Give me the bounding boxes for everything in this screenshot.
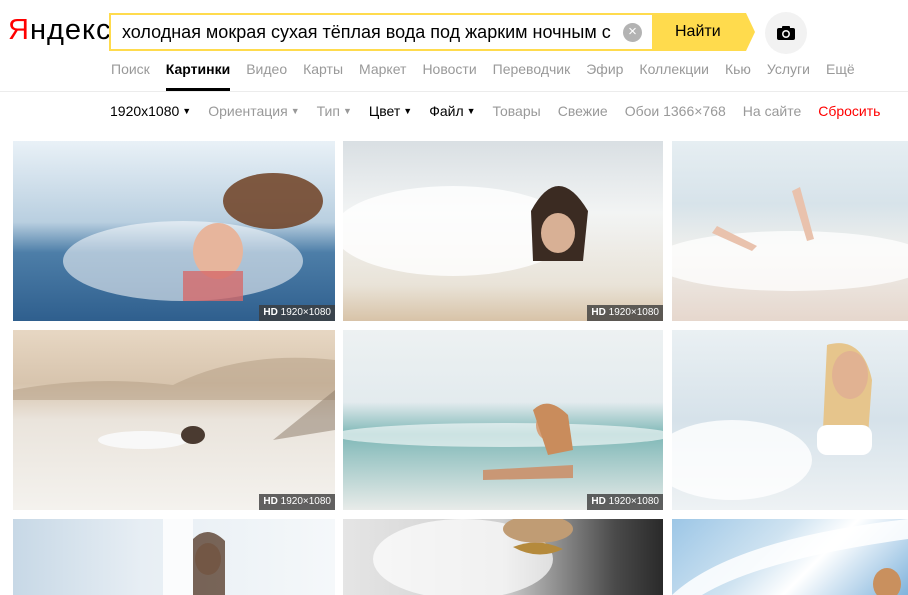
legs-in-waves-picture <box>672 187 908 291</box>
smoke-lips-picture <box>373 519 573 595</box>
color-filter[interactable]: Цвет ▼ <box>369 103 412 119</box>
resolution-badge: HD 1920×1080 <box>587 305 663 321</box>
woman-in-surf-picture <box>343 186 588 276</box>
filter-bar: 1920x1080 ▼ Ориентация ▼ Тип ▼ Цвет ▼ Файл ▼ … <box>110 103 897 119</box>
tab-maps[interactable]: Карты <box>303 61 343 91</box>
search-button[interactable]: Найти <box>654 13 755 51</box>
type-filter[interactable]: Тип ▼ <box>317 103 352 119</box>
tab-video[interactable]: Видео <box>246 61 287 91</box>
tab-services[interactable]: Услуги <box>767 61 810 91</box>
woman-blue-fabric-picture <box>672 519 908 595</box>
camera-icon <box>777 26 795 40</box>
resolution-badge: HD 1920×1080 <box>259 305 335 321</box>
woman-lying-in-sea-picture <box>343 403 663 480</box>
resolution-badge: HD 1920×1080 <box>259 494 335 510</box>
resolution-badge: HD 1920×1080 <box>587 494 663 510</box>
tab-search[interactable]: Поиск <box>111 61 150 91</box>
tab-market[interactable]: Маркет <box>359 61 406 91</box>
tab-news[interactable]: Новости <box>422 61 476 91</box>
tab-more[interactable]: Ещё <box>826 61 855 91</box>
result-image[interactable] <box>672 330 908 510</box>
tab-translate[interactable]: Переводчик <box>493 61 571 91</box>
chevron-down-icon: ▼ <box>466 106 476 116</box>
header: Яндекс × Найти Поиск Картинки Видео Карт… <box>0 0 908 92</box>
wallpapers-filter[interactable]: Обои 1366×768 <box>625 103 726 119</box>
result-image[interactable]: HD 1920×1080 <box>13 330 335 510</box>
chevron-down-icon: ▼ <box>342 106 352 116</box>
result-image[interactable] <box>672 519 908 595</box>
size-filter[interactable]: 1920x1080 ▼ <box>110 103 191 119</box>
result-image[interactable]: HD 1920×1080 <box>343 141 663 321</box>
result-image[interactable] <box>672 141 908 321</box>
chevron-down-icon: ▼ <box>403 106 413 116</box>
camera-search-button[interactable] <box>765 12 807 54</box>
file-filter[interactable]: Файл ▼ <box>429 103 475 119</box>
yandex-logo[interactable]: Яндекс <box>8 14 112 47</box>
chevron-down-icon: ▼ <box>290 106 300 116</box>
water-splash-picture <box>63 173 323 301</box>
search-input[interactable] <box>111 15 611 49</box>
search-bar: × Найти <box>109 13 755 51</box>
service-tabs: Поиск Картинки Видео Карты Маркет Новост… <box>111 61 871 91</box>
woman-on-sand-picture <box>13 357 335 449</box>
result-image[interactable] <box>343 519 663 595</box>
result-image[interactable]: HD 1920×1080 <box>343 330 663 510</box>
woman-waterfall-picture <box>163 519 225 595</box>
search-box: × <box>109 13 654 51</box>
tab-images[interactable]: Картинки <box>165 61 231 91</box>
tab-q[interactable]: Кью <box>725 61 751 91</box>
result-image[interactable] <box>13 519 335 595</box>
orientation-filter[interactable]: Ориентация ▼ <box>208 103 299 119</box>
result-image[interactable]: HD 1920×1080 <box>13 141 335 321</box>
chevron-down-icon: ▼ <box>182 106 192 116</box>
tab-collections[interactable]: Коллекции <box>639 61 709 91</box>
image-results-grid: HD 1920×1080 HD 1920×1080 HD 1920×1080 H… <box>13 141 908 595</box>
goods-filter[interactable]: Товары <box>493 103 541 119</box>
blonde-woman-picture <box>672 343 872 500</box>
on-site-filter[interactable]: На сайте <box>743 103 801 119</box>
fresh-filter[interactable]: Свежие <box>558 103 608 119</box>
reset-filters-link[interactable]: Сбросить <box>818 103 880 119</box>
tab-efir[interactable]: Эфир <box>586 61 623 91</box>
clear-icon[interactable]: × <box>623 23 642 42</box>
